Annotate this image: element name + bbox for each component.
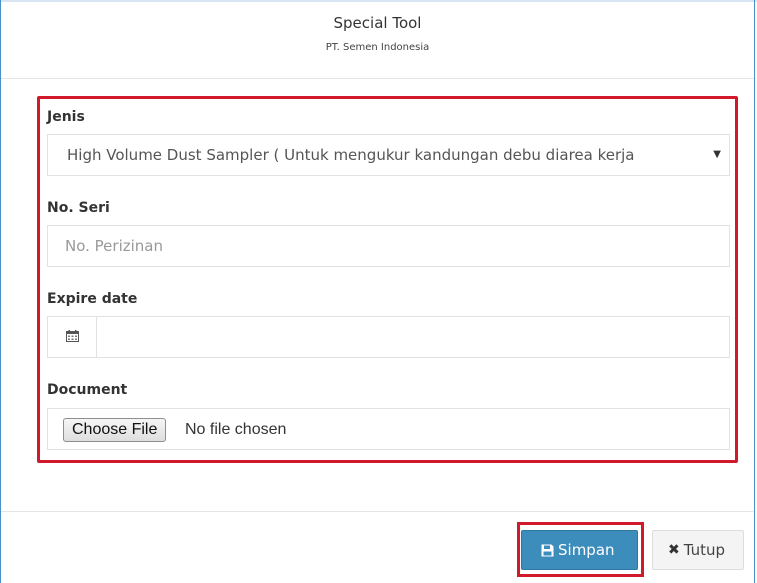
save-button-label: Simpan (558, 541, 615, 559)
jenis-label: Jenis (47, 109, 85, 125)
save-button[interactable]: Simpan (521, 530, 638, 570)
close-button-label: Tutup (683, 541, 726, 559)
modal-right-border (754, 0, 755, 583)
close-button[interactable]: ✖ Tutup (652, 530, 744, 570)
document-label: Document (47, 382, 128, 398)
choose-file-button[interactable]: Choose File (63, 418, 167, 442)
expire-date-label: Expire date (47, 291, 138, 307)
no-seri-input[interactable]: No. Perizinan (47, 225, 730, 267)
jenis-selected-value: High Volume Dust Sampler ( Untuk menguku… (67, 146, 635, 164)
modal-header: Special Tool PT. Semen Indonesia (1, 2, 754, 79)
caret-down-icon: ▼ (713, 149, 721, 160)
floppy-disk-icon (541, 544, 554, 556)
no-seri-placeholder: No. Perizinan (65, 237, 163, 255)
no-seri-label: No. Seri (47, 200, 110, 216)
jenis-select[interactable]: High Volume Dust Sampler ( Untuk menguku… (47, 134, 730, 176)
footer-divider (1, 511, 754, 512)
modal-left-border (0, 0, 1, 583)
file-status-text: No file chosen (185, 421, 287, 438)
calendar-icon (66, 330, 79, 342)
header-divider (1, 78, 754, 79)
document-file-input: Choose File No file chosen (47, 408, 730, 450)
modal-title: Special Tool (333, 14, 422, 32)
modal-subtitle: PT. Semen Indonesia (325, 42, 430, 53)
date-addon (48, 317, 97, 357)
expire-date-input[interactable] (47, 316, 730, 358)
close-icon: ✖ (668, 542, 680, 558)
